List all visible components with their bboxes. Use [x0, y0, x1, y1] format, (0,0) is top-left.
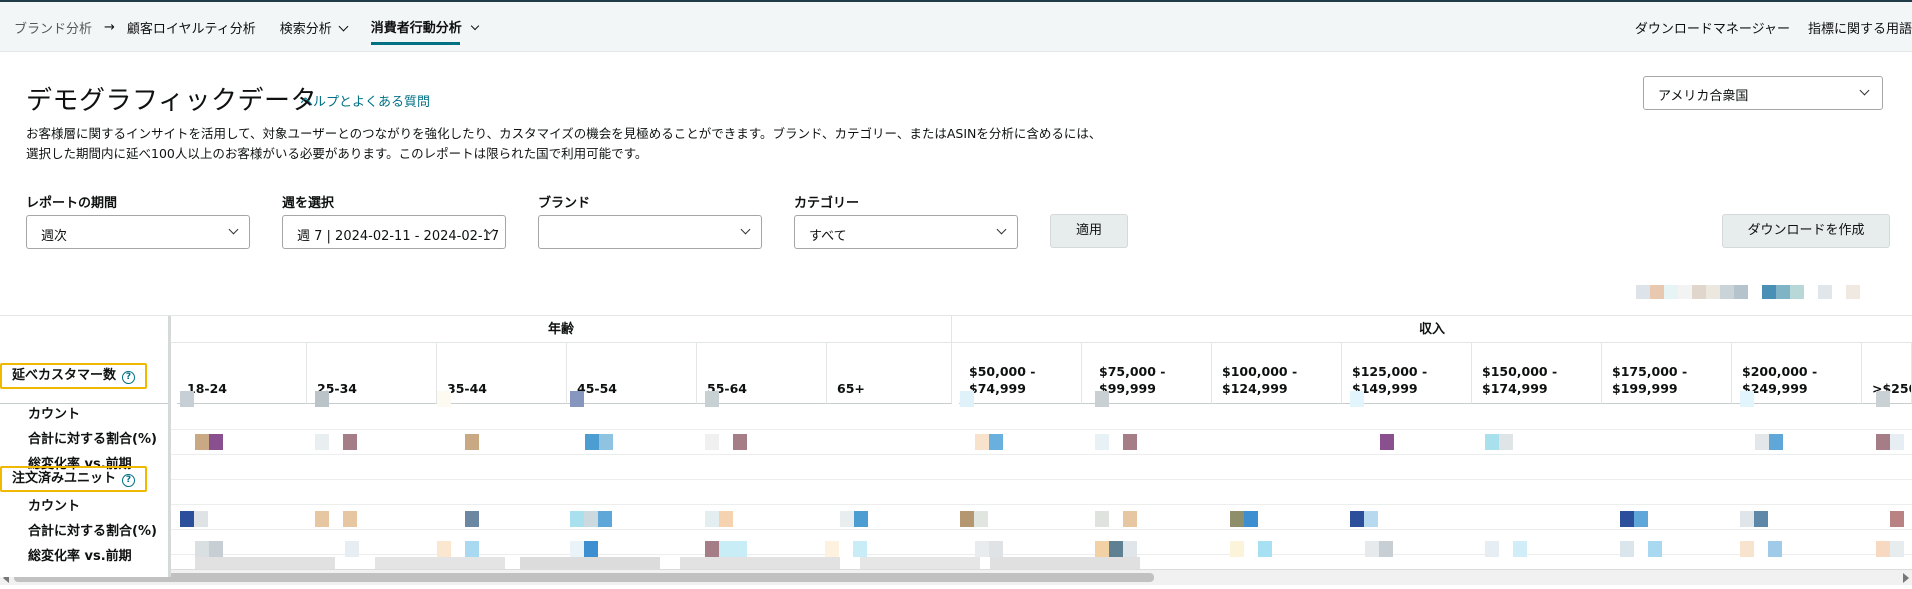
corner-cell [0, 316, 168, 404]
column-header-income: $150,000 - $174,999 [1472, 343, 1602, 404]
period-select[interactable]: 週次 [26, 215, 250, 249]
row-divider [171, 479, 1912, 480]
column-header-income: $50,000 - $74,999 [959, 343, 1082, 404]
row-divider [171, 454, 1912, 455]
chevron-down-icon [228, 224, 239, 235]
breadcrumb: ブランド分析 → 顧客ロイヤルティ分析 検索分析 消費者行動分析 [14, 2, 490, 52]
description-line-2: 選択した期間内に延べ100人以上のお客様がいる必要があります。このレポートは限ら… [26, 146, 648, 161]
row-label-count: カウント [28, 499, 81, 514]
nav-brand-analytics[interactable]: ブランド分析 [14, 18, 92, 37]
help-faq-link[interactable]: ヘルプとよくある質問 [300, 91, 430, 110]
period-label: レポートの期間 [26, 196, 118, 211]
page-description: お客様層に関するインサイトを活用して、対象ユーザーとのつながりを強化したり、カス… [26, 124, 1226, 164]
nav-consumer-behavior-label: 消費者行動分析 [370, 20, 462, 36]
top-navigation: ブランド分析 → 顧客ロイヤルティ分析 検索分析 消費者行動分析 ダウンロードマ… [0, 0, 1912, 52]
active-tab-underline [370, 41, 460, 45]
download-manager-link[interactable]: ダウンロードマネージャー [1635, 18, 1790, 37]
row-divider [171, 429, 1912, 430]
country-select[interactable]: アメリカ合衆国 [1643, 76, 1883, 110]
week-label: 週を選択 [282, 196, 335, 211]
description-line-1: お客様層に関するインサイトを活用して、対象ユーザーとのつながりを強化したり、カス… [26, 126, 1102, 141]
column-header-age: 65+ [827, 343, 952, 404]
brand-label: ブランド [538, 196, 591, 211]
row-label-share: 合計に対する割合(%) [28, 524, 157, 539]
row-divider [171, 529, 1912, 530]
chevron-down-icon [740, 224, 751, 235]
demographics-table: 延べカスタマー数? カウント 合計に対する割合(%) 総変化率 vs.前期 注文… [0, 315, 1912, 577]
brand-select[interactable] [538, 215, 762, 249]
row-header-column: 延べカスタマー数? カウント 合計に対する割合(%) 総変化率 vs.前期 注文… [0, 316, 171, 577]
section-units: 注文済みユニット? [0, 466, 148, 492]
group-header-income: 収入 [952, 316, 1912, 343]
section-units-label: 注文済みユニット [12, 471, 117, 486]
column-header-age: 18-24 [177, 343, 307, 404]
chevron-down-icon [470, 21, 480, 30]
section-customers-label: 延べカスタマー数 [12, 368, 117, 383]
column-header-age: 45-54 [567, 343, 697, 404]
arrow-right-icon: → [104, 19, 115, 35]
scrollbar-thumb[interactable] [14, 573, 1154, 582]
column-header-age: 35-44 [437, 343, 567, 404]
page-title: デモグラフィックデータ [26, 86, 317, 116]
horizontal-scrollbar[interactable] [0, 569, 1912, 585]
create-download-button[interactable]: ダウンロードを作成 [1722, 214, 1890, 248]
column-header-income: $100,000 - $124,999 [1212, 343, 1342, 404]
category-label: カテゴリー [794, 196, 860, 211]
row-label-count: カウント [28, 407, 81, 422]
apply-button[interactable]: 適用 [1050, 214, 1128, 248]
period-value: 週次 [41, 229, 68, 244]
category-select[interactable]: すべて [794, 215, 1018, 249]
column-header-income: $175,000 - $199,999 [1602, 343, 1732, 404]
nav-customer-loyalty[interactable]: 顧客ロイヤルティ分析 [127, 18, 256, 37]
scroll-right-icon[interactable] [1903, 573, 1909, 583]
week-select[interactable]: 週 7 | 2024-02-11 - 2024-02-17 [282, 215, 506, 249]
chevron-down-icon [1859, 85, 1870, 96]
country-value: アメリカ合衆国 [1658, 89, 1749, 104]
metrics-glossary-link[interactable]: 指標に関する用語 [1808, 18, 1912, 37]
row-divider [171, 504, 1912, 505]
nav-consumer-behavior[interactable]: 消費者行動分析 [370, 17, 480, 45]
row-label-change: 総変化率 vs.前期 [28, 549, 132, 564]
category-value: すべて [809, 229, 847, 244]
section-customers: 延べカスタマー数? [0, 363, 148, 389]
group-header-age: 年齢 [171, 316, 952, 343]
week-value: 週 7 | 2024-02-11 - 2024-02-17 [297, 229, 500, 244]
legend-swatches [1636, 285, 1860, 299]
row-label-share: 合計に対する割合(%) [28, 432, 157, 447]
nav-search-analytics[interactable]: 検索分析 [280, 18, 347, 37]
help-icon[interactable]: ? [122, 371, 136, 384]
help-icon[interactable]: ? [122, 474, 136, 487]
chevron-down-icon [996, 224, 1007, 235]
